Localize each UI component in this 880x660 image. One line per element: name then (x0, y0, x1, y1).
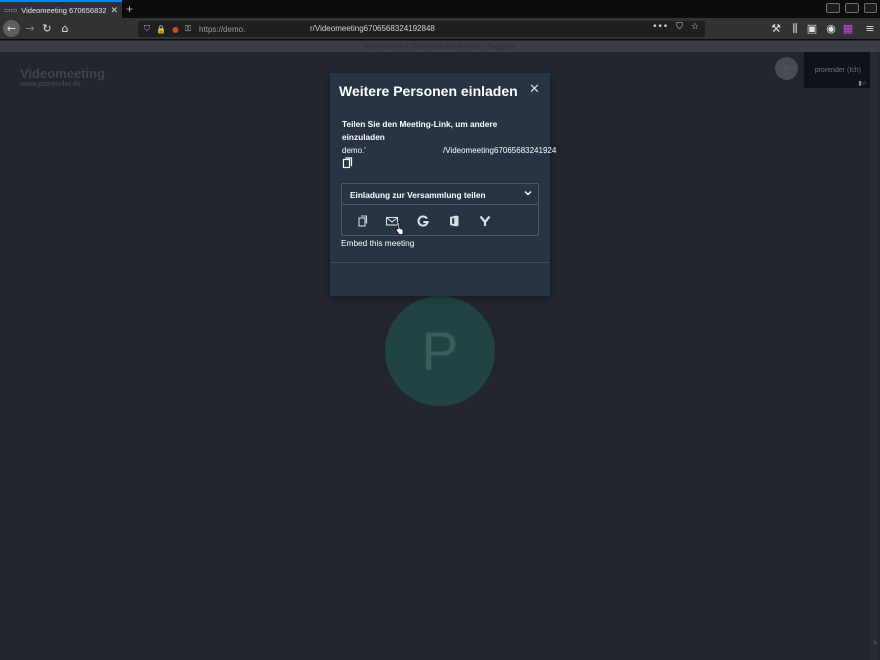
modal-divider (330, 262, 550, 263)
account-icon[interactable]: ◉ (823, 21, 839, 37)
office365-icon[interactable] (447, 214, 461, 228)
restore-window-icon[interactable] (845, 3, 859, 13)
meeting-link-host[interactable]: demo.' (342, 146, 366, 155)
browser-tab-strip: ▭▭ Videomeeting 670656832419284 ✕ + (0, 0, 880, 18)
new-tab-button[interactable]: + (126, 2, 133, 16)
yahoo-icon[interactable] (478, 214, 492, 228)
page-actions-icon[interactable]: ••• (652, 22, 668, 32)
url-text-prefix: https://demo. (199, 24, 246, 34)
scroll-chevron-right-icon[interactable]: › (873, 638, 877, 648)
site-logo-title: Videomeeting (20, 66, 106, 81)
mouse-pointer-icon (395, 222, 404, 235)
local-video-thumbnail[interactable]: prorender (Ich) ▮☆ (804, 52, 870, 88)
copy-invite-icon[interactable] (355, 214, 369, 228)
remote-participant-avatar: P (385, 296, 495, 406)
share-invitation-panel: Einladung zur Versammlung teilen (341, 183, 539, 236)
shield-icon[interactable]: ⛉ (144, 24, 150, 34)
filmstrip-scroll-area[interactable] (870, 52, 878, 660)
local-user-name: prorender (Ich) (814, 67, 861, 74)
chevron-down-icon[interactable] (524, 189, 532, 197)
close-window-icon[interactable] (864, 3, 877, 13)
embed-meeting-link[interactable]: Embed this meeting (341, 238, 414, 248)
lock-icon[interactable]: 🔒 (156, 25, 166, 34)
pocket-icon[interactable]: ⛉ (676, 22, 683, 32)
tab-favicon-icon: ▭▭ (4, 6, 18, 14)
sidebar-icon[interactable]: ▣ (804, 21, 820, 37)
site-footer-links[interactable]: Impressum | Datenschutzhinweis | Support (0, 41, 880, 52)
participant-avatar-small: ○ (775, 57, 798, 80)
key-icon[interactable]: ⚿ (185, 24, 191, 34)
forward-arrow-icon[interactable]: → (22, 21, 38, 37)
invite-modal: Weitere Personen einladen ✕ Teilen Sie d… (330, 73, 556, 296)
share-invitation-label: Einladung zur Versammlung teilen (350, 190, 486, 200)
tools-wrench-icon[interactable]: ⚒ (768, 21, 784, 37)
copy-link-icon[interactable] (342, 157, 354, 169)
google-icon[interactable] (416, 214, 430, 228)
tab-title: Videomeeting 670656832419284 (21, 5, 107, 15)
bookmark-star-icon[interactable]: ☆ (691, 22, 699, 32)
tab-close-icon[interactable]: ✕ (110, 5, 118, 16)
share-invitation-header[interactable]: Einladung zur Versammlung teilen (342, 184, 538, 205)
extension-icon[interactable]: ▦ (840, 21, 856, 37)
url-bar[interactable]: ⛉ 🔒 ● ⚿ https://demo. r/Videomeeting6706… (138, 21, 705, 37)
audio-video-status-icon: ▮☆ (858, 80, 867, 87)
meeting-link-path[interactable]: /Videomeeting67065683241924 (443, 146, 556, 155)
url-text-suffix: r/Videomeeting6706568324192848 (310, 24, 435, 33)
reload-icon[interactable]: ↻ (39, 21, 55, 37)
minimize-window-icon[interactable] (826, 3, 840, 13)
browser-toolbar: ← → ↻ ⌂ ⛉ 🔒 ● ⚿ https://demo. r/Videomee… (0, 18, 880, 40)
library-icon[interactable]: ⫼ (787, 21, 803, 37)
back-arrow-icon[interactable]: ← (3, 20, 20, 37)
modal-title: Weitere Personen einladen (339, 83, 518, 99)
home-icon[interactable]: ⌂ (57, 21, 73, 37)
browser-tab[interactable]: ▭▭ Videomeeting 670656832419284 ✕ (0, 0, 122, 18)
site-logo-subtitle: www.prorender.de (20, 81, 81, 88)
menu-hamburger-icon[interactable]: ≡ (862, 21, 878, 37)
share-instructions: Teilen Sie den Meeting-Link, um andere e… (342, 119, 498, 142)
close-icon[interactable]: ✕ (529, 82, 540, 96)
camera-permission-icon[interactable]: ● (172, 25, 179, 34)
